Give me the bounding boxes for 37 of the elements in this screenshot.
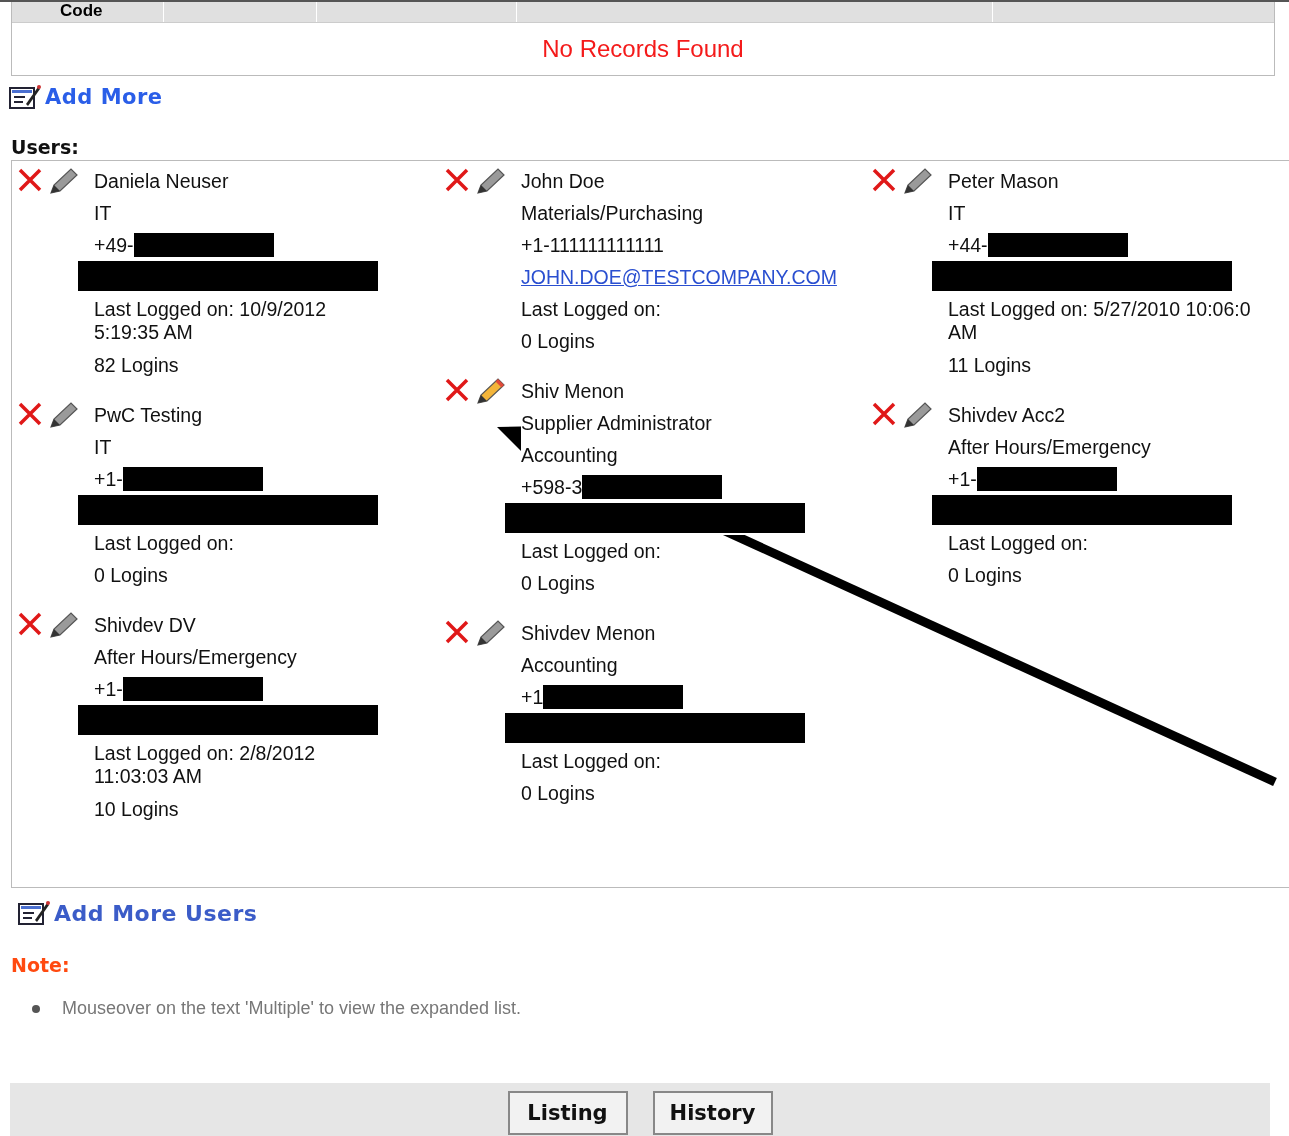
column-header: Code — [12, 2, 164, 22]
edit-form-icon — [18, 900, 50, 926]
pencil-icon[interactable] — [901, 401, 933, 429]
nav-button[interactable]: History — [652, 1091, 773, 1135]
note-text: Mouseover on the text 'Multiple' to view the expanded list. — [62, 998, 522, 1019]
pencil-icon[interactable] — [474, 167, 506, 195]
users-label: Users: — [11, 136, 80, 158]
note-label: Note: — [11, 954, 71, 976]
pencil-icon[interactable] — [474, 377, 506, 405]
edit-form-icon — [9, 84, 41, 110]
pencil-icon[interactable] — [474, 619, 506, 647]
delete-icon[interactable] — [17, 167, 43, 193]
delete-icon[interactable] — [444, 377, 470, 403]
email-link[interactable]: JOHN.DOE@TESTCOMPANY.COM — [521, 266, 837, 288]
delete-icon[interactable] — [871, 401, 897, 427]
delete-icon[interactable] — [17, 401, 43, 427]
pencil-icon[interactable] — [47, 401, 79, 429]
phone-prefix: +44- — [948, 233, 988, 258]
bullet-icon — [32, 1004, 40, 1013]
delete-icon[interactable] — [444, 619, 470, 645]
phone-prefix: +1- — [94, 467, 123, 492]
add-more-users-link[interactable]: Add More Users — [18, 900, 258, 926]
nav-button[interactable]: Listing — [507, 1091, 628, 1135]
pencil-icon[interactable] — [901, 167, 933, 195]
pencil-icon[interactable] — [47, 611, 79, 639]
phone-prefix: +1- — [94, 677, 123, 702]
phone-prefix: +1 — [521, 685, 544, 710]
add-more-link[interactable]: Add More — [9, 84, 163, 110]
phone-prefix: +598-3 — [521, 475, 583, 500]
empty-message: No Records Found — [542, 35, 744, 62]
pencil-icon[interactable] — [47, 167, 79, 195]
user-detail: Accounting — [521, 439, 618, 471]
delete-icon[interactable] — [17, 611, 43, 637]
delete-icon[interactable] — [871, 167, 897, 193]
phone-prefix: +1- — [948, 467, 977, 492]
delete-icon[interactable] — [444, 167, 470, 193]
phone-prefix: +49- — [94, 233, 134, 258]
